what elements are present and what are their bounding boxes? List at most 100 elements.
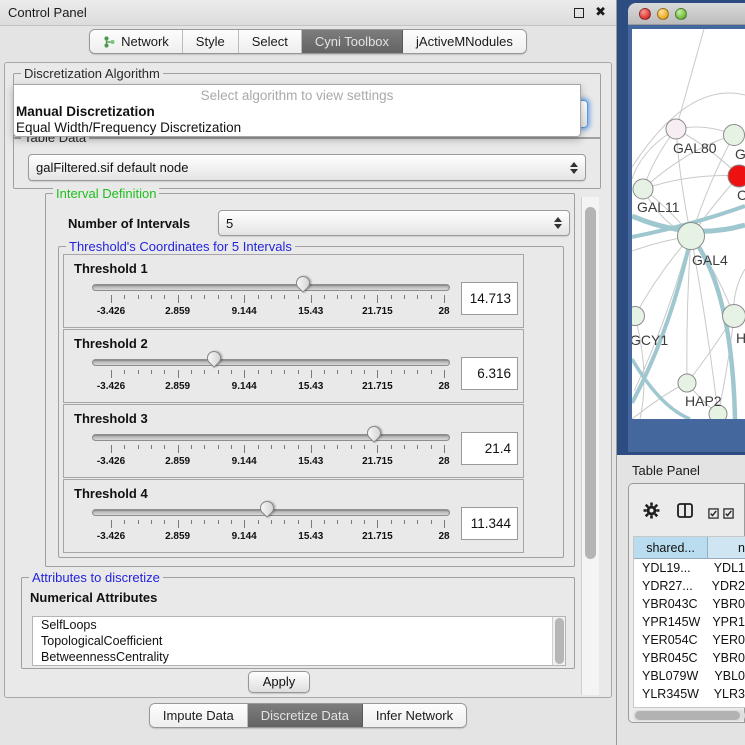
cell-name[interactable]: YDL1 — [708, 559, 745, 577]
scrollbar-thumb[interactable] — [635, 711, 740, 720]
node-table[interactable]: shared... n YDL19...YDL1YDR27...YDR2YBR0… — [633, 536, 745, 708]
network-node-label: C — [737, 187, 745, 203]
slider-tick — [298, 520, 299, 524]
table-row[interactable]: YBR045CYBR0 — [634, 649, 745, 667]
cell-name[interactable]: YBL0 — [708, 667, 745, 685]
window-minimize-button[interactable] — [657, 8, 669, 20]
threshold-value-field[interactable]: 11.344 — [461, 507, 518, 540]
popup-placeholder-item[interactable]: Select algorithm to view settings — [14, 88, 580, 104]
table-row[interactable]: YDR27...YDR2 — [634, 577, 745, 595]
tab-impute-data[interactable]: Impute Data — [150, 704, 248, 727]
column-header-shared-name[interactable]: shared... — [634, 537, 708, 559]
table-data-combobox[interactable]: galFiltered.sif default node — [28, 154, 586, 181]
slider-tick — [364, 445, 365, 449]
cell-shared-name[interactable]: YDL19... — [634, 559, 708, 577]
attributes-scrollbar[interactable] — [552, 617, 565, 665]
threshold-row: Threshold 4-3.4262.8599.14415.4321.71528… — [63, 479, 524, 553]
table-row[interactable]: YBL079WYBL0 — [634, 667, 745, 685]
tab-infer-network[interactable]: Infer Network — [363, 704, 466, 727]
tab-cyni-toolbox[interactable]: Cyni Toolbox — [302, 30, 403, 53]
cell-shared-name[interactable]: YBL079W — [634, 667, 708, 685]
split-view-icon[interactable] — [677, 503, 693, 523]
network-window-titlebar[interactable] — [628, 3, 745, 25]
cell-name[interactable]: YPR1 — [706, 613, 745, 631]
network-canvas[interactable]: GAL80GACGAL11GAL4GCY1HHAP2 — [632, 29, 745, 419]
network-edge[interactable] — [643, 176, 739, 189]
scrollbar-thumb[interactable] — [585, 207, 596, 559]
attribute-list-item[interactable]: BetweennessCentrality — [33, 649, 565, 665]
slider-track[interactable] — [92, 434, 450, 441]
checkbox-checked-icon[interactable] — [723, 506, 734, 524]
slider-tick — [138, 520, 139, 524]
cell-name[interactable]: YIL0 — [709, 703, 745, 708]
attribute-list-item[interactable]: TopologicalCoefficient — [33, 633, 565, 649]
tab-label: Cyni Toolbox — [315, 34, 389, 49]
close-icon[interactable]: ✖ — [595, 4, 606, 20]
apply-button[interactable]: Apply — [248, 671, 310, 693]
table-row[interactable]: YIL052CYIL0 — [634, 703, 745, 708]
cell-name[interactable]: YBR0 — [706, 595, 745, 613]
popup-item[interactable]: Manual Discretization — [14, 104, 580, 120]
slider-tick — [417, 445, 418, 449]
slider-tick — [231, 370, 232, 374]
tab-select[interactable]: Select — [239, 30, 302, 53]
cell-shared-name[interactable]: YER054C — [634, 631, 706, 649]
table-row[interactable]: YLR345WYLR3 — [634, 685, 745, 703]
slider-track[interactable] — [92, 359, 450, 366]
network-node[interactable] — [666, 119, 686, 139]
table-row[interactable]: YBR043CYBR0 — [634, 595, 745, 613]
attribute-list-item[interactable]: SelfLoops — [33, 617, 565, 633]
numerical-attributes-label: Numerical Attributes — [30, 590, 157, 605]
cell-shared-name[interactable]: YLR345W — [634, 685, 708, 703]
cell-shared-name[interactable]: YDR27... — [634, 577, 706, 595]
network-edge[interactable] — [676, 29, 704, 129]
slider-tick-label: 15.43 — [288, 456, 334, 467]
table-row[interactable]: YER054CYER0 — [634, 631, 745, 649]
network-view-window[interactable]: GAL80GACGAL11GAL4GCY1HHAP2 — [628, 3, 745, 452]
gear-icon[interactable] — [643, 502, 660, 524]
tab-jactivemnodules[interactable]: jActiveMNodules — [403, 30, 526, 53]
cell-shared-name[interactable]: YPR145W — [634, 613, 706, 631]
cell-shared-name[interactable]: YIL052C — [634, 703, 709, 708]
network-node[interactable] — [633, 179, 653, 199]
column-header-name[interactable]: n — [708, 537, 745, 559]
network-node[interactable] — [728, 165, 745, 187]
threshold-value-field[interactable]: 6.316 — [461, 357, 518, 390]
cell-shared-name[interactable]: YBR045C — [634, 649, 706, 667]
slider-tick-label: -3.426 — [88, 381, 134, 392]
network-node[interactable] — [632, 307, 645, 326]
slider-track[interactable] — [92, 284, 450, 291]
slider-tick — [124, 370, 125, 374]
table-row[interactable]: YDL19...YDL1 — [634, 559, 745, 577]
tab-network[interactable]: Network — [90, 30, 183, 53]
network-node[interactable] — [723, 305, 745, 328]
slider-tick-label: -3.426 — [88, 531, 134, 542]
tab-style[interactable]: Style — [183, 30, 239, 53]
popup-item[interactable]: Equal Width/Frequency Discretization — [14, 120, 580, 136]
cell-shared-name[interactable]: YBR043C — [634, 595, 706, 613]
numerical-attributes-list[interactable]: SelfLoopsTopologicalCoefficientBetweenne… — [32, 616, 566, 666]
table-horizontal-scrollbar[interactable] — [633, 710, 745, 721]
network-graph[interactable]: GAL80GACGAL11GAL4GCY1HHAP2 — [632, 29, 745, 419]
slider-tick — [284, 295, 285, 299]
cell-name[interactable]: YER0 — [706, 631, 745, 649]
cell-name[interactable]: YDR2 — [706, 577, 745, 595]
table-row[interactable]: YPR145WYPR1 — [634, 613, 745, 631]
tab-discretize-data[interactable]: Discretize Data — [248, 704, 363, 727]
network-node[interactable] — [678, 223, 705, 250]
window-close-button[interactable] — [639, 8, 651, 20]
window-zoom-button[interactable] — [675, 8, 687, 20]
slider-tick — [178, 520, 179, 528]
number-of-intervals-combobox[interactable]: 5 — [218, 210, 570, 236]
slider-tick — [271, 370, 272, 374]
network-node[interactable] — [678, 374, 696, 392]
settings-scrollbar[interactable] — [581, 197, 599, 695]
cell-name[interactable]: YBR0 — [706, 649, 745, 667]
cell-name[interactable]: YLR3 — [708, 685, 745, 703]
network-node[interactable] — [724, 125, 745, 146]
checkbox-checked-icon[interactable] — [708, 506, 719, 524]
threshold-value-field[interactable]: 21.4 — [461, 432, 518, 465]
threshold-value-field[interactable]: 14.713 — [461, 282, 518, 315]
slider-tick — [417, 520, 418, 524]
float-window-icon[interactable] — [574, 8, 584, 18]
